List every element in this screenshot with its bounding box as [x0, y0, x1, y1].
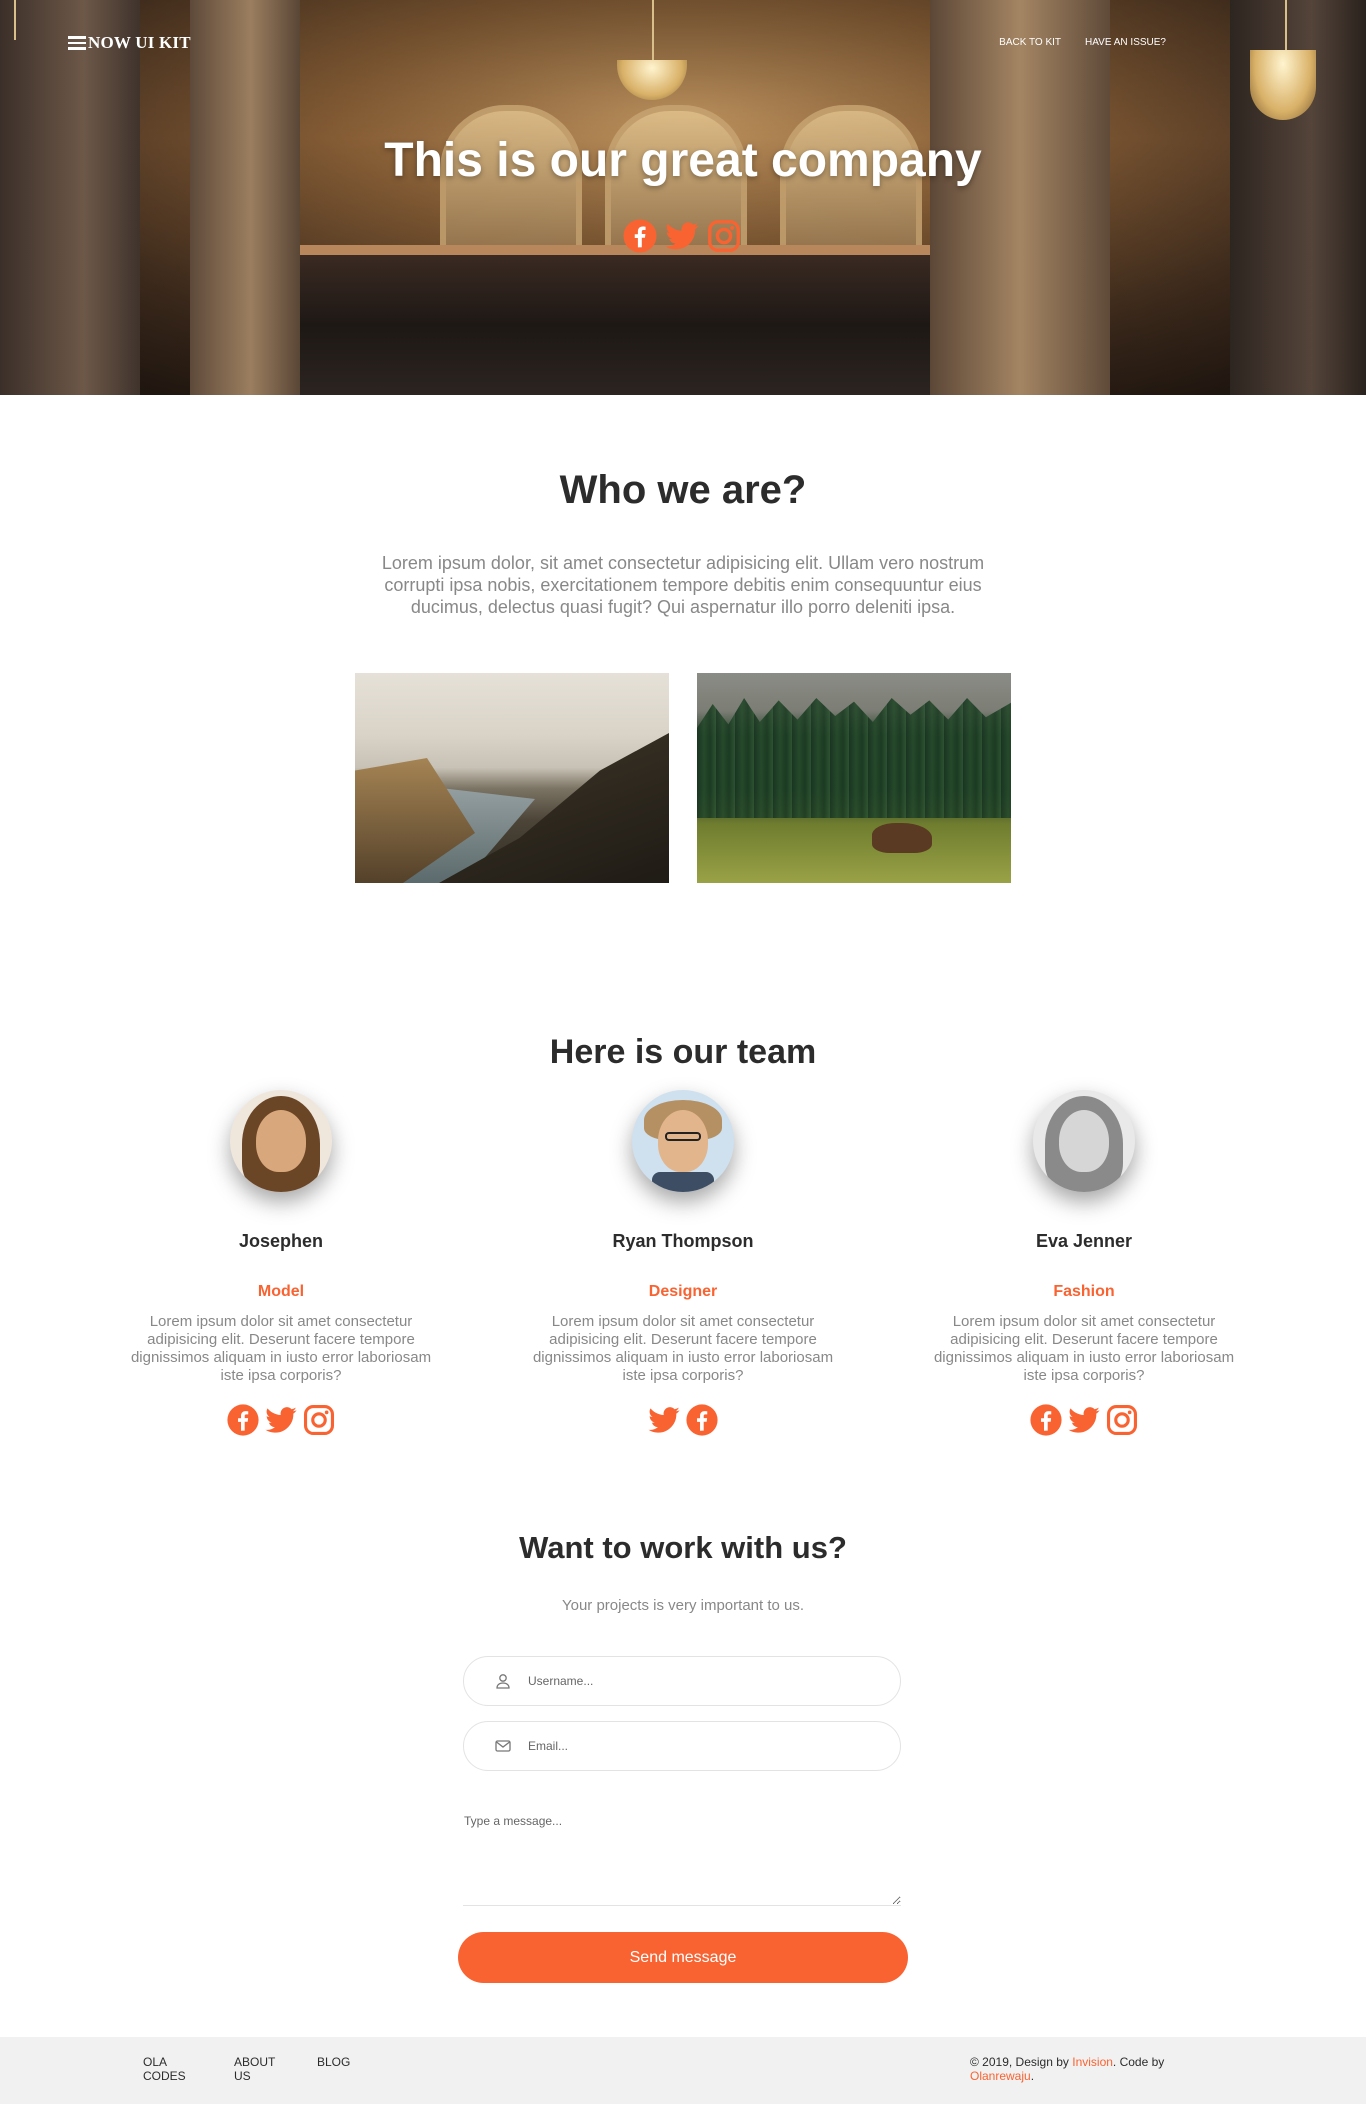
email-field[interactable] [463, 1721, 901, 1771]
member-role: Designer [648, 1283, 718, 1300]
team-member-card: Ryan Thompson Designer Lorem ipsum dolor… [518, 1090, 848, 1437]
footer-nav: OLA CODES ABOUT US BLOG [143, 2055, 350, 2083]
facebook-icon[interactable] [622, 218, 658, 254]
hero-background-counter [300, 255, 930, 395]
twitter-icon[interactable] [1067, 1403, 1101, 1437]
avatar [230, 1090, 332, 1192]
hero-social-links [622, 218, 742, 254]
username-field[interactable] [463, 1656, 901, 1706]
contact-title: Want to work with us? [519, 1530, 847, 1565]
brand-label: NOW UI KIT [88, 33, 191, 52]
twitter-icon[interactable] [664, 218, 700, 254]
member-role: Model [257, 1283, 305, 1300]
nav-link-back-to-kit[interactable]: BACK TO KIT [999, 37, 1061, 48]
instagram-icon[interactable] [1105, 1403, 1139, 1437]
navbar: NOW UI KIT BACK TO KIT HAVE AN ISSUE? [0, 0, 1366, 86]
menu-icon[interactable] [68, 36, 86, 50]
about-text: Lorem ipsum dolor, sit amet consectetur … [381, 553, 985, 617]
team-title: Here is our team [549, 1033, 817, 1071]
email-input[interactable] [526, 1738, 870, 1754]
twitter-icon[interactable] [647, 1403, 681, 1437]
member-role: Fashion [1053, 1283, 1115, 1300]
invision-link[interactable]: Invision [1072, 2055, 1113, 2069]
member-social-links [518, 1403, 848, 1437]
code-by-text: . Code by [1112, 2055, 1165, 2069]
twitter-icon[interactable] [264, 1403, 298, 1437]
footer-link-blog[interactable]: BLOG [317, 2055, 350, 2083]
member-social-links [919, 1403, 1249, 1437]
navbar-brand[interactable]: NOW UI KIT [68, 33, 191, 53]
avatar [632, 1090, 734, 1192]
coastline-photo [355, 673, 669, 883]
copyright-suffix: . [1030, 2069, 1035, 2083]
user-icon [494, 1672, 512, 1690]
copyright-text: © 2019, Design by [970, 2055, 1073, 2069]
member-description: Lorem ipsum dolor sit amet consectetur a… [532, 1313, 834, 1384]
nav-link-have-an-issue[interactable]: HAVE AN ISSUE? [1085, 37, 1166, 48]
forest-deer-photo [697, 673, 1011, 883]
member-name: Eva Jenner [1035, 1231, 1133, 1251]
member-description: Lorem ipsum dolor sit amet consectetur a… [130, 1313, 432, 1384]
hero-section: NOW UI KIT BACK TO KIT HAVE AN ISSUE? Th… [0, 0, 1366, 395]
olanrewaju-link[interactable]: Olanrewaju [970, 2069, 1031, 2083]
footer: OLA CODES ABOUT US BLOG © 2019, Design b… [0, 2037, 1366, 2104]
contact-subtitle: Your projects is very important to us. [561, 1597, 805, 1614]
instagram-icon[interactable] [706, 218, 742, 254]
facebook-icon[interactable] [1029, 1403, 1063, 1437]
member-name: Josephen [238, 1231, 324, 1251]
facebook-icon[interactable] [226, 1403, 260, 1437]
member-name: Ryan Thompson [612, 1231, 754, 1251]
team-member-card: Eva Jenner Fashion Lorem ipsum dolor sit… [919, 1090, 1249, 1437]
navbar-links: BACK TO KIT HAVE AN ISSUE? [999, 37, 1166, 48]
avatar [1033, 1090, 1135, 1192]
envelope-icon [494, 1737, 512, 1755]
footer-link-about-us[interactable]: ABOUT US [234, 2055, 282, 2083]
hero-title: This is our great company [384, 134, 982, 187]
footer-link-ola-codes[interactable]: OLA CODES [143, 2055, 191, 2083]
username-input[interactable] [526, 1673, 870, 1689]
send-message-button[interactable]: Send message [458, 1932, 908, 1983]
team-member-card: Josephen Model Lorem ipsum dolor sit ame… [116, 1090, 446, 1437]
footer-copyright: © 2019, Design by Invision. Code by Olan… [970, 2055, 1200, 2083]
about-title: Who we are? [559, 468, 807, 512]
message-textarea[interactable] [463, 1808, 901, 1906]
member-description: Lorem ipsum dolor sit amet consectetur a… [933, 1313, 1235, 1384]
facebook-icon[interactable] [685, 1403, 719, 1437]
member-social-links [116, 1403, 446, 1437]
instagram-icon[interactable] [302, 1403, 336, 1437]
